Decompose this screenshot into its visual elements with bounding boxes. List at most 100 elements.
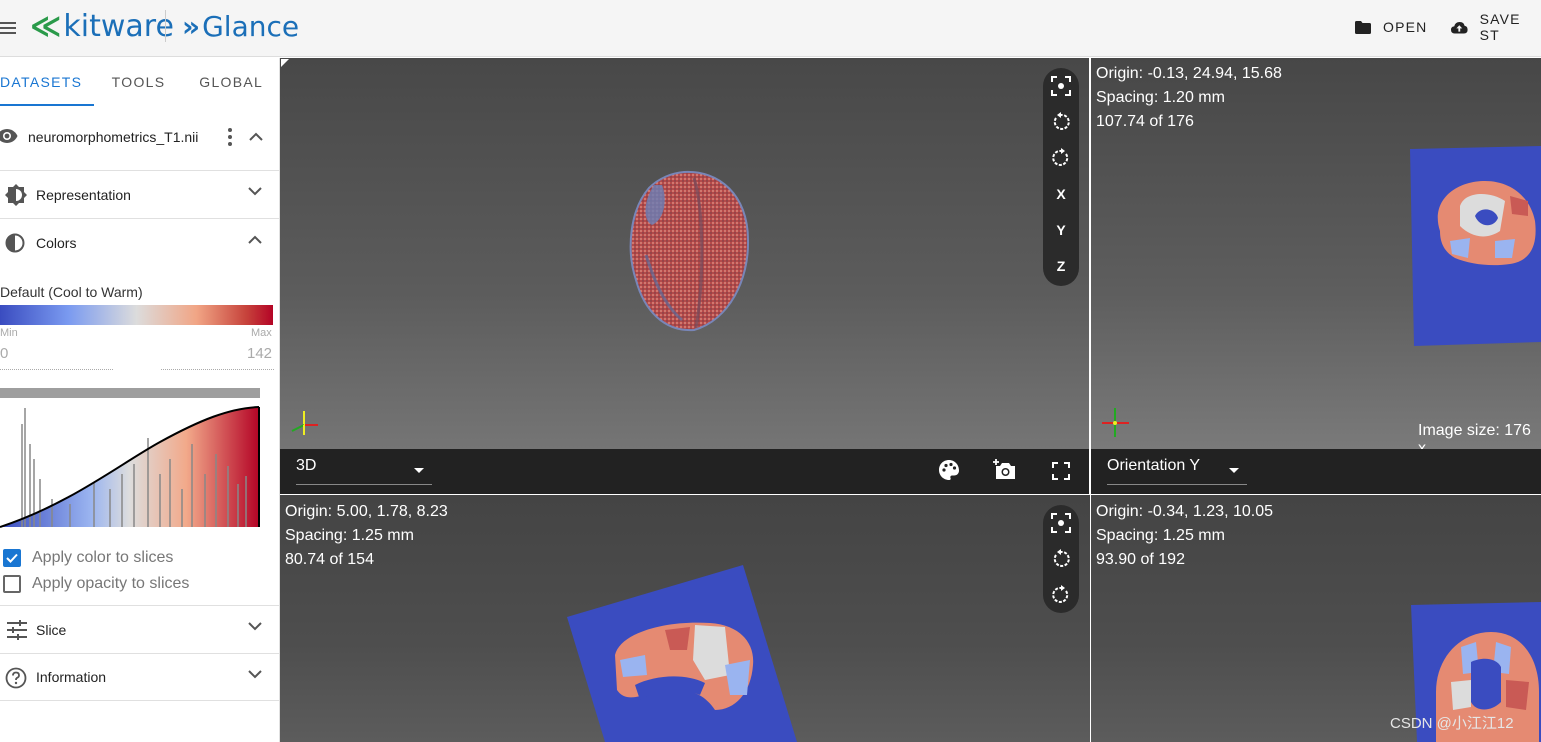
center-focus-icon	[1051, 513, 1071, 533]
view-slice-x[interactable]: Origin: 5.00, 1.78, 8.23 Spacing: 1.25 m…	[280, 495, 1090, 742]
slice-info: Origin: 5.00, 1.78, 8.23 Spacing: 1.25 m…	[285, 500, 448, 572]
dataset-name: neuromorphometrics_T1.nii	[28, 129, 199, 145]
center-focus-icon	[1051, 76, 1071, 96]
slice-index-text: 93.90 of 192	[1096, 551, 1185, 568]
section-representation[interactable]: Representation	[0, 170, 280, 218]
slice-image-y	[1410, 146, 1541, 346]
chevron-down-icon	[248, 187, 262, 196]
slice-image-x	[567, 565, 797, 742]
chevron-up-icon[interactable]	[249, 132, 263, 141]
rotate-left-button[interactable]	[1043, 541, 1079, 577]
dataset-row: neuromorphometrics_T1.nii	[0, 116, 280, 158]
screenshot-icon[interactable]	[993, 459, 1017, 481]
slice-info: Origin: -0.13, 24.94, 15.68 Spacing: 1.2…	[1096, 62, 1282, 134]
tab-datasets[interactable]: DATASETS	[0, 58, 94, 106]
help-circle-icon	[5, 667, 27, 689]
logo-divider	[165, 10, 166, 42]
reset-camera-button[interactable]	[1043, 505, 1079, 541]
brain-volume-render	[629, 170, 750, 332]
section-label: Information	[36, 669, 107, 685]
dropdown-arrow-icon	[414, 468, 424, 473]
colormap-preset[interactable]: Default (Cool to Warm)	[0, 284, 143, 300]
slice-index-text: 80.74 of 154	[285, 551, 374, 568]
checkbox-checked-icon	[3, 549, 21, 567]
glance-logo: » Glance	[182, 9, 300, 43]
section-colors[interactable]: Colors	[0, 218, 280, 266]
rotate-right-button[interactable]	[1043, 140, 1079, 176]
chevron-up-icon	[248, 235, 262, 244]
spacing-text: Spacing: 1.25 mm	[285, 527, 414, 544]
min-underline	[0, 369, 113, 370]
tune-icon	[7, 620, 27, 640]
apply-opacity-checkbox[interactable]: Apply opacity to slices	[3, 573, 189, 595]
max-underline	[161, 369, 274, 370]
view-mode-value: 3D	[296, 457, 317, 474]
tab-tools[interactable]: TOOLS	[94, 58, 184, 106]
kitware-logo: ≪ kitware	[30, 8, 174, 44]
section-label: Representation	[36, 186, 131, 203]
palette-icon[interactable]	[938, 459, 960, 481]
rotate-right-button[interactable]	[1043, 577, 1079, 613]
apply-color-checkbox[interactable]: Apply color to slices	[3, 547, 173, 569]
orientation-value: Orientation Y	[1107, 457, 1201, 474]
rotate-right-icon	[1052, 148, 1069, 166]
max-label: Max	[251, 327, 272, 339]
rotate-left-icon	[1053, 549, 1070, 567]
origin-text: Origin: 5.00, 1.78, 8.23	[285, 503, 448, 520]
fullscreen-icon[interactable]	[1052, 462, 1070, 480]
orientation-axes-icon	[1102, 408, 1129, 437]
view-3d-toolbar: 3D	[280, 449, 1090, 494]
view-slice-y[interactable]: Origin: -0.13, 24.94, 15.68 Spacing: 1.2…	[1091, 58, 1541, 449]
origin-text: Origin: -0.34, 1.23, 10.05	[1096, 503, 1273, 520]
orientation-select[interactable]: Orientation Y	[1107, 457, 1247, 485]
view-y-button[interactable]: Y	[1043, 212, 1079, 248]
menu-icon[interactable]	[0, 19, 18, 37]
visibility-icon[interactable]	[0, 128, 18, 144]
min-value-input[interactable]: 0	[0, 345, 8, 362]
brightness-icon	[5, 184, 27, 206]
view-3d[interactable]: X Y Z	[280, 58, 1090, 449]
folder-icon	[1355, 20, 1371, 34]
watermark-text: CSDN @小江江12	[1390, 715, 1514, 732]
origin-text: Origin: -0.13, 24.94, 15.68	[1096, 65, 1282, 82]
contrast-icon	[5, 233, 25, 253]
view-controls	[1043, 505, 1079, 613]
slice-index-text: 107.74 of 176	[1096, 113, 1194, 130]
min-label: Min	[0, 327, 18, 339]
chevron-down-icon	[248, 622, 262, 631]
image-size-text: Image size: 176 x	[1418, 422, 1531, 449]
view-corner-marker	[281, 59, 289, 67]
rotate-left-button[interactable]	[1043, 104, 1079, 140]
section-slice[interactable]: Slice	[0, 605, 280, 653]
opacity-range-bar[interactable]	[0, 388, 260, 398]
view-slice-z[interactable]: Origin: -0.34, 1.23, 10.05 Spacing: 1.25…	[1091, 495, 1541, 742]
opacity-transfer-editor[interactable]	[0, 404, 262, 528]
max-value-input[interactable]: 142	[247, 345, 272, 362]
section-label: Slice	[36, 621, 67, 638]
view-z-button[interactable]: Z	[1043, 248, 1079, 284]
view-controls: X Y Z	[1043, 68, 1079, 286]
spacing-text: Spacing: 1.25 mm	[1096, 527, 1225, 544]
chevron-down-icon	[248, 670, 262, 679]
colormap-bar	[0, 305, 273, 325]
section-label: Colors	[36, 234, 77, 251]
more-vert-icon[interactable]	[226, 127, 234, 147]
spacing-text: Spacing: 1.20 mm	[1096, 89, 1225, 106]
apply-opacity-label: Apply opacity to slices	[32, 575, 190, 592]
tab-global[interactable]: GLOBAL	[183, 58, 279, 106]
orientation-axes-icon	[291, 411, 318, 435]
open-button[interactable]: OPEN	[1355, 16, 1427, 38]
rotate-left-icon	[1053, 112, 1070, 130]
sidebar: DATASETS TOOLS GLOBAL neuromorphometrics…	[0, 58, 280, 742]
dropdown-arrow-icon	[1229, 468, 1239, 473]
section-information[interactable]: Information	[0, 653, 280, 701]
reset-camera-button[interactable]	[1043, 68, 1079, 104]
view-x-button[interactable]: X	[1043, 176, 1079, 212]
save-state-button[interactable]: SAVE ST	[1451, 11, 1541, 43]
checkbox-unchecked-icon	[3, 575, 21, 593]
slice-info: Origin: -0.34, 1.23, 10.05 Spacing: 1.25…	[1096, 500, 1273, 572]
sidebar-tabs: DATASETS TOOLS GLOBAL	[0, 58, 279, 106]
app-header: ≪ kitware » Glance OPEN SAVE ST	[0, 0, 1541, 57]
rotate-right-icon	[1052, 585, 1069, 603]
view-mode-select[interactable]: 3D	[296, 457, 432, 485]
